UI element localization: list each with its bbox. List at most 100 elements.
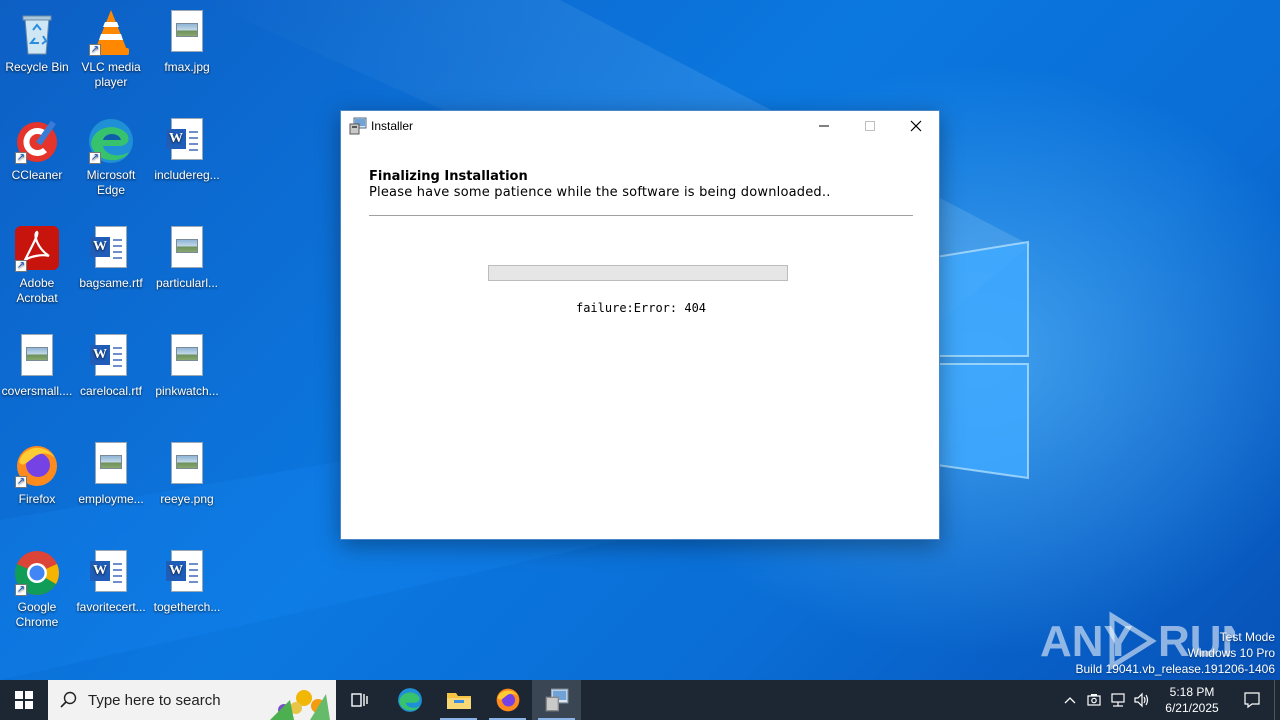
watermark-line-1: Test Mode [1219,630,1275,644]
image-file-icon [163,8,211,58]
network-button[interactable] [1106,680,1130,720]
ccleaner-icon: ↗ [13,116,61,166]
status-message: failure:Error: 404 [575,301,707,315]
shortcut-arrow-icon: ↗ [89,44,101,56]
chevron-up-icon [1064,697,1076,704]
clock-time: 5:18 PM [1169,685,1215,699]
desktop-icon-togetherch[interactable]: W togetherch... [150,548,224,615]
recycle-bin-icon [13,8,61,58]
desktop-icon-label: carelocal.rtf [79,384,143,398]
edge-icon [397,688,422,712]
firefox-icon [496,688,519,712]
word-document-icon: W [87,332,135,382]
desktop-icon-label: Recycle Bin [5,60,69,74]
notification-icon [1244,692,1260,709]
network-icon [1111,693,1125,707]
watermark-line-2: Windows 10 Pro [1187,646,1275,660]
desktop-icon-recycle-bin[interactable]: Recycle Bin [0,8,74,75]
watermark-line-3: Build 19041.vb_release.191206-1406 [1075,662,1276,676]
taskbar-search-box[interactable]: Type here to search [48,680,336,720]
desktop-icon-label: CCleaner [11,168,63,182]
taskbar-firefox[interactable] [483,680,532,720]
volume-button[interactable] [1130,680,1154,720]
desktop-icon-favoritecert[interactable]: W favoritecert... [74,548,148,615]
close-button[interactable] [893,111,939,141]
show-desktop-button[interactable] [1274,680,1280,720]
desktop-icon-includereg[interactable]: W includereg... [150,116,224,183]
desktop-icon-label: reeye.png [160,492,214,506]
desktop-icon-employme[interactable]: employme... [74,440,148,507]
desktop-icon-google-chrome[interactable]: ↗ Google Chrome [0,548,74,630]
desktop-icon-label: Firefox [18,492,56,506]
title-bar[interactable]: Installer [341,111,939,141]
installer-window: Installer Finalizing Installation Please… [340,110,940,540]
system-tray: 5:18 PM 6/21/2025 [1058,680,1280,720]
desktop-icon-pinkwatch[interactable]: pinkwatch... [150,332,224,399]
action-center-button[interactable] [1230,680,1274,720]
taskbar-edge[interactable] [385,680,434,720]
search-placeholder: Type here to search [88,691,221,709]
desktop-icon-bagsame[interactable]: W bagsame.rtf [74,224,148,291]
taskbar-file-explorer[interactable] [434,680,483,720]
image-file-icon [13,332,61,382]
tray-device-button[interactable] [1082,680,1106,720]
desktop-icon-firefox[interactable]: ↗ Firefox [0,440,74,507]
adobe-acrobat-icon: ↗ [13,224,61,274]
image-file-icon [87,440,135,490]
firefox-icon: ↗ [13,440,61,490]
desktop-icon-label: includereg... [154,168,220,182]
desktop-icon-reeye[interactable]: reeye.png [150,440,224,507]
desktop-icon-microsoft-edge[interactable]: ↗ Microsoft Edge [74,116,148,198]
test-mode-watermark: Test Mode Windows 10 Pro Build 19041.vb_… [1076,629,1276,677]
image-file-icon [163,332,211,382]
taskbar: Type here to search 5:18 PM 6/21/2025 [0,680,1280,720]
word-document-icon: W [163,548,211,598]
desktop-icon-label: Microsoft Edge [86,168,136,197]
desktop-icon-label: Adobe Acrobat [16,276,58,305]
window-title: Installer [371,119,414,133]
desktop-icon-label: togetherch... [153,600,221,614]
edge-icon: ↗ [87,116,135,166]
minimize-icon [819,125,829,127]
task-view-icon [350,693,368,707]
desktop-icon-particularl[interactable]: particularl... [150,224,224,291]
word-document-icon: W [87,224,135,274]
task-view-button[interactable] [336,680,385,720]
image-file-icon [163,224,211,274]
start-button[interactable] [0,680,48,720]
taskbar-installer[interactable] [532,680,581,720]
desktop-icon-label: pinkwatch... [155,384,219,398]
header-title: Finalizing Installation [369,169,528,184]
windows-start-icon [15,691,33,709]
image-file-icon [163,440,211,490]
word-document-icon: W [87,548,135,598]
show-hidden-icons-button[interactable] [1058,680,1082,720]
device-icon [1087,694,1101,706]
desktop-icon-label: particularl... [155,276,219,290]
desktop-icon-label: Google Chrome [15,600,59,629]
installer-app-icon [349,117,367,135]
clock[interactable]: 5:18 PM 6/21/2025 [1154,684,1230,716]
minimize-button[interactable] [801,111,847,141]
maximize-icon [865,121,875,131]
desktop-icon-carelocal[interactable]: W carelocal.rtf [74,332,148,399]
windows-logo-wallpaper [930,240,1029,480]
desktop-icon-adobe-acrobat[interactable]: ↗ Adobe Acrobat [0,224,74,306]
desktop: Recycle Bin ↗ CCleaner ↗ Adobe Acrobat c… [0,0,1280,680]
shortcut-arrow-icon: ↗ [15,152,27,164]
shortcut-arrow-icon: ↗ [15,260,27,272]
header-separator [369,215,913,217]
header-subtitle: Please have some patience while the soft… [369,185,831,200]
desktop-icon-fmax[interactable]: fmax.jpg [150,8,224,75]
folder-icon [446,693,471,709]
speaker-icon [1134,692,1149,708]
desktop-icon-ccleaner[interactable]: ↗ CCleaner [0,116,74,183]
maximize-button [847,111,893,141]
clock-date: 6/21/2025 [1165,701,1219,715]
desktop-icon-vlc[interactable]: ↗ VLC media player [74,8,148,90]
desktop-icon-coversmall[interactable]: coversmall.... [0,332,74,399]
progress-bar [488,265,788,281]
search-icon [60,691,77,708]
desktop-icon-label: coversmall.... [1,384,73,398]
shortcut-arrow-icon: ↗ [15,476,27,488]
